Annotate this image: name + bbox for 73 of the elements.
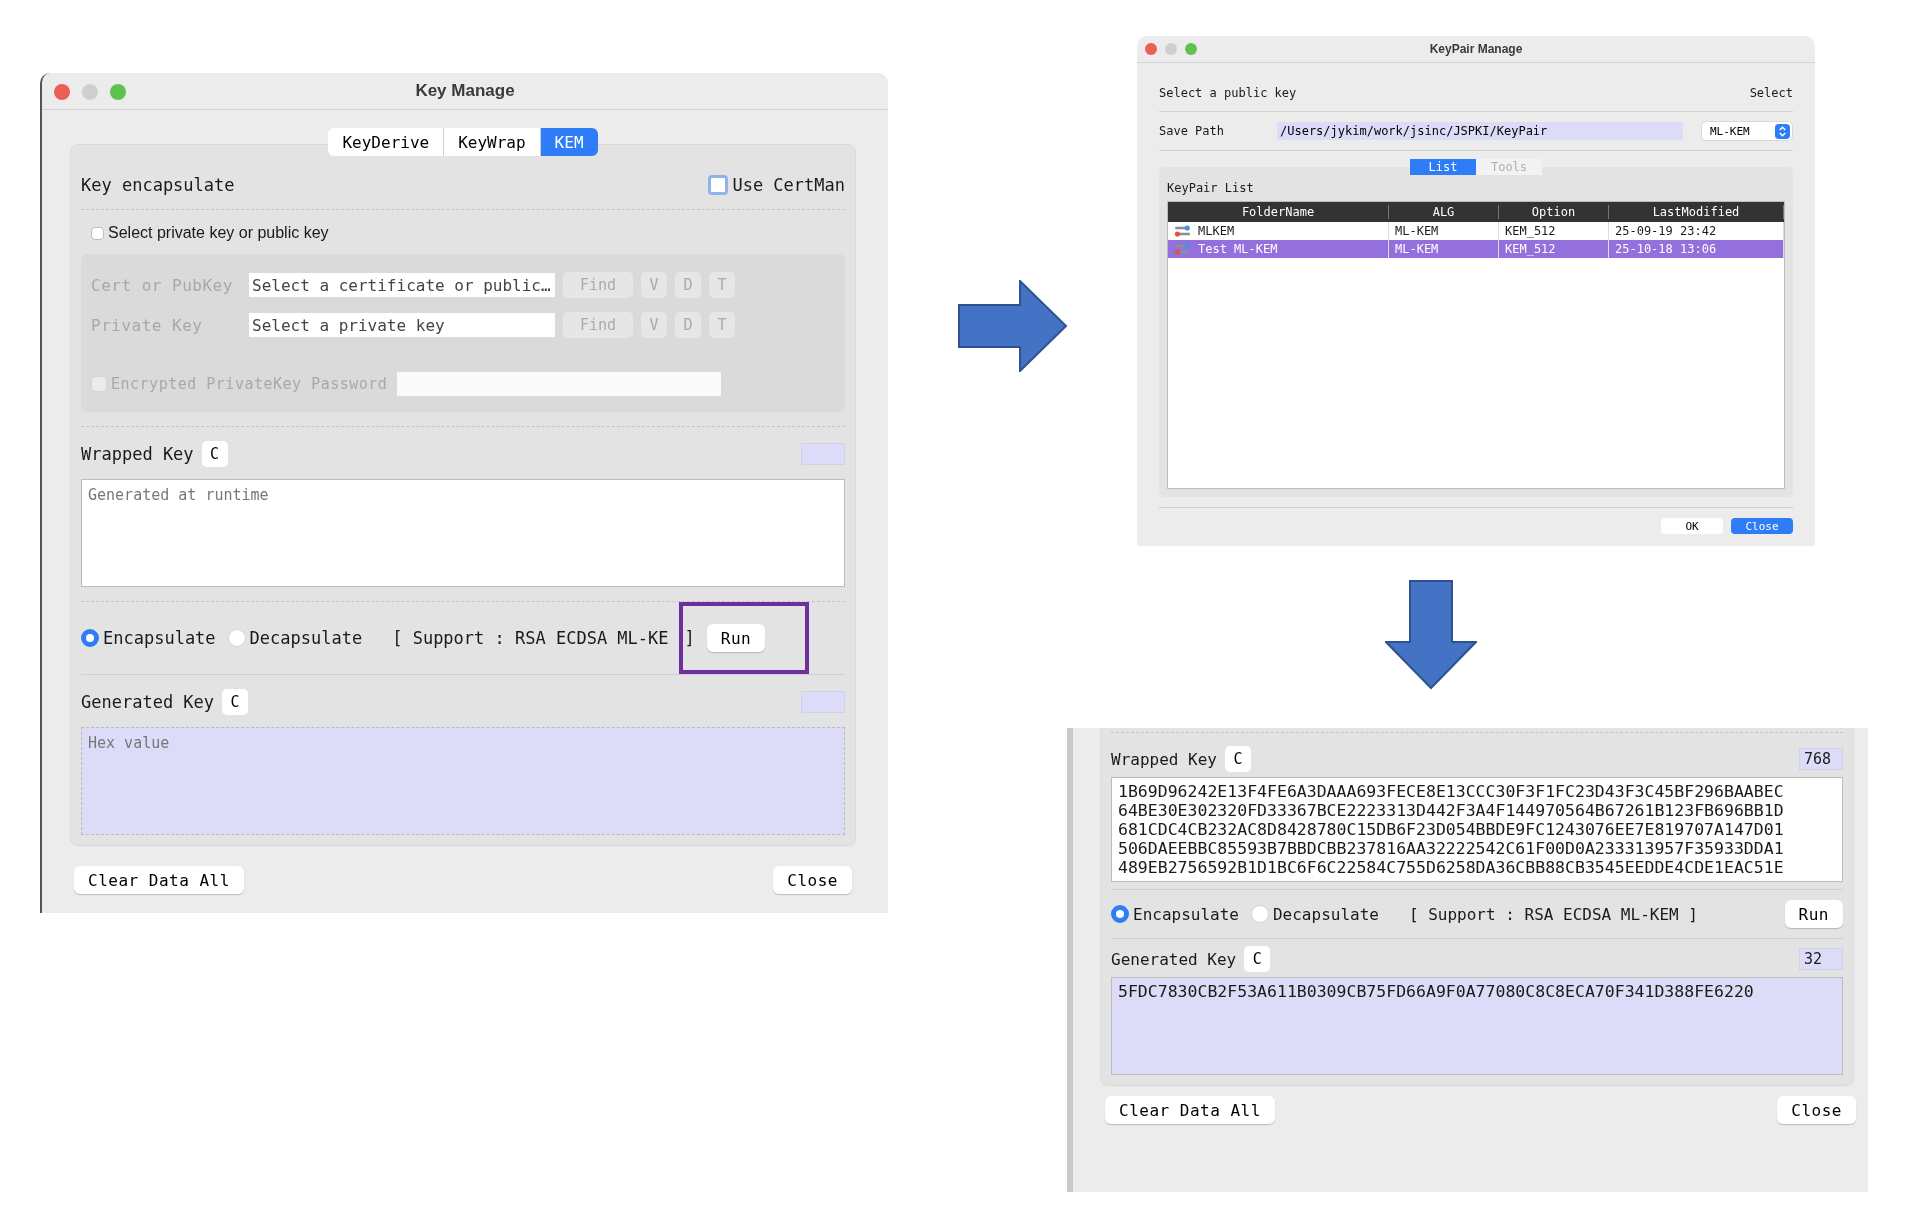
clear-all-button[interactable]: Clear Data All [74, 866, 244, 894]
hex-line: 681CDC4CB232AC8D8428780C15DB6F23D054BBDE9FC1243076EE7E819707A147D01 [1118, 820, 1785, 839]
column-header[interactable]: ALG [1389, 205, 1499, 219]
run-button[interactable]: Run [1784, 900, 1843, 928]
window-minimize-button[interactable] [82, 84, 98, 100]
clear-button[interactable]: C [1224, 746, 1251, 772]
text-area[interactable]: Hex value [81, 727, 845, 835]
hex-line: 64BE30E302320FD33367BCE2223313D442F3A4F144970564B67261B123FB696BB1D [1118, 801, 1785, 820]
checkbox-option[interactable]: Use CertMan [708, 175, 845, 195]
section-title: Generated Key [1111, 949, 1237, 969]
support-text: [ Support : RSA ECDSA ML-KE [392, 628, 669, 648]
algorithm-dropdown[interactable]: ML-KEM [1701, 121, 1793, 141]
radio-button[interactable] [1111, 905, 1129, 923]
checkbox[interactable] [91, 226, 104, 240]
table-cell: 25-10-18 13:06 [1609, 240, 1784, 258]
tab[interactable]: KeyDerive [328, 128, 445, 156]
column-header[interactable]: Option [1499, 205, 1609, 219]
window-minimize-button[interactable] [1165, 43, 1177, 55]
table-cell: MLKEM [1198, 224, 1235, 238]
support-text: [ Support : RSA ECDSA ML-KEM ] [1408, 904, 1698, 924]
radio-option[interactable]: Decapsulate [1250, 904, 1379, 924]
checkbox[interactable] [708, 175, 729, 195]
field-label: Save Path [1159, 124, 1226, 138]
radio-option[interactable]: Encapsulate [81, 628, 216, 648]
hex-line: 1B69D96242E13F4FE6A3DAAA693FECE8E13CCC30F3F1FC23D43F3C45BF296BAABEC [1118, 782, 1785, 801]
length-field: 32 [1799, 948, 1843, 970]
table-cell: KEM_512 [1499, 240, 1609, 258]
clear-button[interactable]: C [201, 441, 228, 467]
tab[interactable]: KeyWrap [444, 128, 541, 156]
section-title: Select a public key [1159, 86, 1297, 100]
path-field[interactable]: /Users/jykim/work/jsinc/JSPKI/KeyPair [1277, 122, 1683, 140]
window-title: Key Manage [415, 81, 515, 101]
table-row[interactable]: Test ML-KEM ML-KEM KEM_512 25-10-18 13:06 [1168, 240, 1784, 258]
column-header[interactable]: LastModified [1609, 205, 1784, 219]
window-zoom-button[interactable] [110, 84, 126, 100]
hex-line: 506DAEEBBC85593B7BBDCBB237816AA32222542C61F00D0A233313957F35933DDA1 [1118, 839, 1785, 858]
hex-value: 5FDC7830CB2F53A611B0309CB75FD66A9F0A77080C8C8ECA70F341D388FE6220 [1118, 982, 1755, 1001]
text-area[interactable]: 5FDC7830CB2F53A611B0309CB75FD66A9F0A77080C8C8ECA70F341D388FE6220 [1111, 977, 1843, 1075]
section-title: Wrapped Key [81, 444, 194, 464]
tab[interactable]: List [1410, 159, 1476, 175]
checkbox-option[interactable]: Select private key or public key [91, 224, 845, 242]
clear-button[interactable]: C [1244, 946, 1271, 972]
key-pair-icon [1174, 243, 1192, 255]
clear-all-button[interactable]: Clear Data All [1105, 1096, 1275, 1124]
hex-line: 489EB2756592B1D1BC6F6C22584C755D6258DA36CBB88CB3545EEDDE4CDE1EAC51E [1118, 858, 1785, 877]
window-zoom-button[interactable] [1185, 43, 1197, 55]
close-button[interactable]: Close [773, 866, 852, 894]
list-title: KeyPair List [1167, 181, 1255, 195]
bracket-text: ] [684, 628, 695, 648]
close-button[interactable]: Close [1777, 1096, 1856, 1124]
text-area[interactable] [1111, 777, 1843, 882]
key-pair-icon [1174, 225, 1192, 237]
section-title: Key encapsulate [81, 175, 235, 195]
window-close-button[interactable] [1145, 43, 1157, 55]
radio-option[interactable]: Encapsulate [1111, 904, 1239, 924]
radio-option[interactable]: Decapsulate [227, 628, 363, 648]
section-label: Select [1749, 86, 1793, 100]
text-area[interactable]: Generated at runtime [81, 479, 845, 587]
window-close-button[interactable] [54, 84, 70, 100]
table-cell: ML-KEM [1389, 240, 1499, 258]
stepper-icon [1775, 123, 1790, 139]
section-title: Generated Key [81, 692, 215, 712]
column-header[interactable]: FolderName [1168, 205, 1389, 219]
dialog-button[interactable]: Close [1731, 518, 1793, 534]
section-title: Wrapped Key [1111, 749, 1217, 769]
table-cell: Test ML-KEM [1198, 242, 1278, 256]
tab[interactable]: KEM [540, 128, 598, 156]
window-title: KeyPair Manage [1429, 42, 1523, 56]
run-button[interactable]: Run [706, 624, 766, 652]
length-field: 768 [1799, 748, 1843, 770]
clear-button[interactable]: C [222, 689, 249, 715]
dialog-button[interactable]: OK [1661, 518, 1723, 534]
radio-button[interactable] [81, 629, 99, 647]
